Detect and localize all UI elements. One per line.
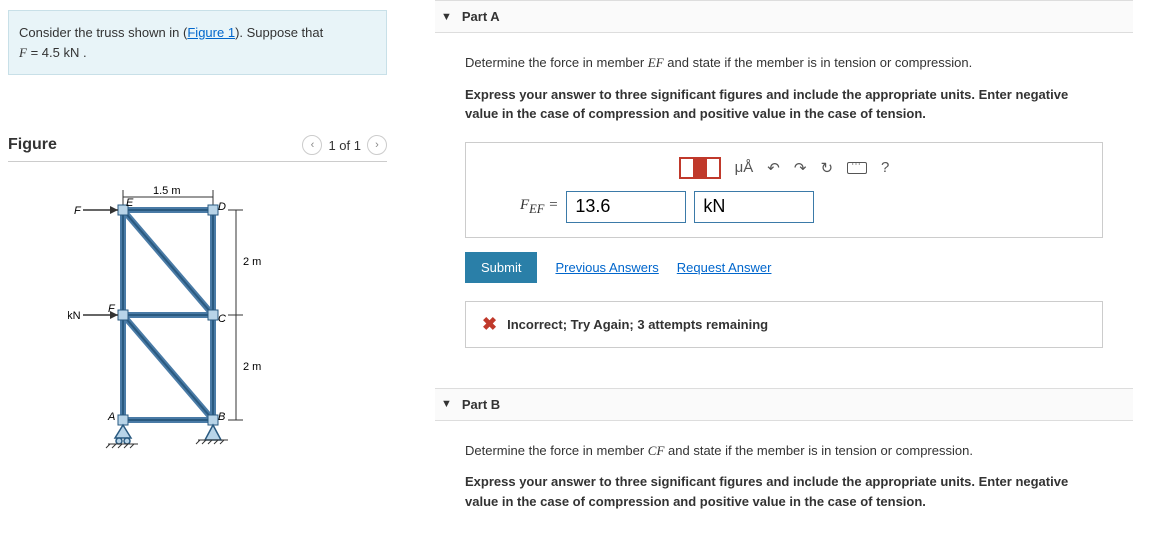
- value-input[interactable]: [566, 191, 686, 223]
- caret-down-icon: ▼: [441, 11, 452, 23]
- pager-next-button[interactable]: ›: [367, 135, 387, 155]
- special-chars-button[interactable]: μÅ: [735, 159, 754, 176]
- part-a-title: Part A: [462, 9, 500, 24]
- svg-text:D: D: [218, 201, 226, 213]
- feedback-box: ✖ Incorrect; Try Again; 3 attempts remai…: [465, 301, 1103, 348]
- figure-pager: ‹ 1 of 1 ›: [302, 135, 387, 155]
- figure-link[interactable]: Figure 1: [187, 25, 235, 40]
- svg-text:C: C: [218, 313, 226, 325]
- submit-button[interactable]: Submit: [465, 252, 537, 283]
- q-post: and state if the member is in tension or…: [664, 55, 973, 70]
- keyboard-icon[interactable]: [847, 162, 867, 174]
- svg-text:1.5 m: 1.5 m: [153, 185, 181, 197]
- part-b-question: Determine the force in member CF and sta…: [465, 441, 1103, 461]
- reset-icon[interactable]: ↻: [820, 159, 833, 177]
- part-b-header[interactable]: ▼ Part B: [435, 388, 1133, 421]
- q-pre: Determine the force in member: [465, 55, 648, 70]
- svg-text:E: E: [126, 197, 134, 209]
- problem-eq-val: = 4.5 kN .: [27, 45, 87, 60]
- svg-text:F: F: [74, 205, 82, 217]
- qb-pre: Determine the force in member: [465, 443, 648, 458]
- svg-text:F: F: [108, 303, 116, 315]
- previous-answers-link[interactable]: Previous Answers: [555, 260, 658, 275]
- redo-icon[interactable]: ↷: [794, 159, 807, 177]
- q-member: EF: [648, 55, 664, 70]
- part-b-instruction: Express your answer to three significant…: [465, 472, 1103, 511]
- qb-member: CF: [648, 443, 665, 458]
- answer-box: μÅ ↶ ↷ ↻ ? FEF =: [465, 142, 1103, 238]
- figure-title: Figure: [8, 136, 57, 154]
- request-answer-link[interactable]: Request Answer: [677, 260, 772, 275]
- part-a-header[interactable]: ▼ Part A: [435, 0, 1133, 33]
- feedback-text: Incorrect; Try Again; 3 attempts remaini…: [507, 317, 768, 332]
- undo-icon[interactable]: ↶: [767, 159, 780, 177]
- svg-text:A: A: [107, 411, 115, 423]
- truss-figure: 1.5 m 2 m 2 m: [8, 180, 387, 453]
- answer-label: FEF =: [520, 197, 558, 217]
- pager-text: 1 of 1: [328, 138, 361, 153]
- caret-down-icon: ▼: [441, 398, 452, 410]
- unit-input[interactable]: [694, 191, 814, 223]
- svg-text:B: B: [218, 411, 225, 423]
- part-b-title: Part B: [462, 397, 500, 412]
- svg-text:2 m: 2 m: [243, 361, 261, 373]
- qb-post: and state if the member is in tension or…: [664, 443, 973, 458]
- template-icon[interactable]: [679, 157, 721, 179]
- pager-prev-button[interactable]: ‹: [302, 135, 322, 155]
- problem-text-prefix: Consider the truss shown in (: [19, 25, 187, 40]
- svg-text:2 m: 2 m: [243, 256, 261, 268]
- answer-toolbar: μÅ ↶ ↷ ↻ ?: [480, 157, 1088, 179]
- problem-eq-var: F: [19, 45, 27, 60]
- svg-text:8 kN: 8 kN: [68, 310, 81, 322]
- problem-text-suffix: ). Suppose that: [235, 25, 323, 40]
- incorrect-icon: ✖: [482, 314, 497, 335]
- problem-statement: Consider the truss shown in (Figure 1). …: [8, 10, 387, 75]
- part-a-question: Determine the force in member EF and sta…: [465, 53, 1103, 73]
- help-icon[interactable]: ?: [881, 159, 889, 176]
- part-a-instruction: Express your answer to three significant…: [465, 85, 1103, 124]
